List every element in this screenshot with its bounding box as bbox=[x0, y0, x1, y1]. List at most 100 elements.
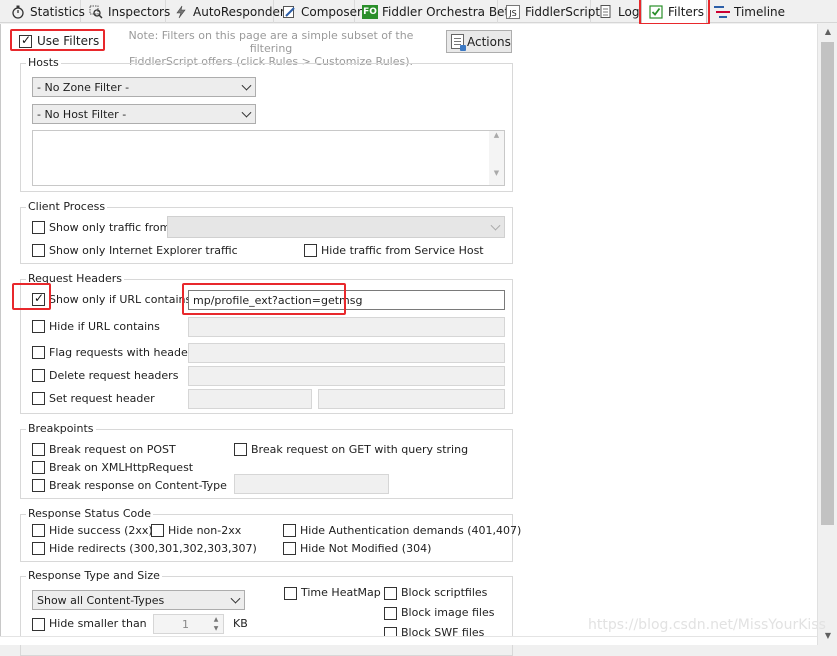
lightning-icon bbox=[173, 4, 189, 20]
break-post-checkbox[interactable] bbox=[32, 443, 45, 456]
hide-non2xx-checkbox[interactable] bbox=[151, 524, 164, 537]
delete-headers-input[interactable] bbox=[188, 366, 505, 386]
show-traffic-from-checkbox[interactable] bbox=[32, 221, 45, 234]
response-status-title: Response Status Code bbox=[26, 507, 154, 520]
tab-fiddler-orchestra[interactable]: FO Fiddler Orchestra Beta bbox=[356, 0, 517, 23]
checkbox-icon bbox=[648, 4, 664, 20]
show-if-url-checkbox[interactable] bbox=[32, 291, 45, 306]
tab-label: Statistics bbox=[30, 4, 85, 19]
log-doc-icon bbox=[598, 4, 614, 20]
tab-timeline[interactable]: Timeline bbox=[708, 0, 785, 23]
tab-inspectors[interactable]: Inspectors bbox=[82, 0, 170, 23]
break-content-type-label: Break response on Content-Type bbox=[49, 479, 227, 492]
hide-success-checkbox[interactable] bbox=[32, 524, 45, 537]
response-type-title: Response Type and Size bbox=[26, 569, 162, 582]
pencil-doc-icon bbox=[281, 4, 297, 20]
show-traffic-from-label: Show only traffic from bbox=[49, 221, 171, 234]
break-get-query-checkbox[interactable] bbox=[234, 443, 247, 456]
flag-requests-checkbox[interactable] bbox=[32, 346, 45, 359]
flag-requests-input[interactable] bbox=[188, 343, 505, 363]
content-types-select[interactable]: Show all Content-Types bbox=[32, 590, 245, 610]
scroll-up-icon[interactable]: ▲ bbox=[818, 24, 837, 40]
chevron-down-icon bbox=[490, 220, 501, 231]
tab-fiddlerscript[interactable]: JS FiddlerScript bbox=[499, 0, 600, 23]
hide-service-host-label: Hide traffic from Service Host bbox=[321, 244, 484, 257]
delete-headers-checkbox[interactable] bbox=[32, 369, 45, 382]
tab-autoresponder[interactable]: AutoResponder bbox=[167, 0, 285, 23]
hide-smaller-checkbox[interactable] bbox=[32, 618, 45, 631]
bottom-edge bbox=[0, 636, 818, 645]
tab-statistics[interactable]: Statistics bbox=[4, 0, 85, 23]
hide-service-host-checkbox[interactable] bbox=[304, 244, 317, 257]
tab-label: Timeline bbox=[734, 4, 786, 19]
tab-label: AutoResponder bbox=[193, 4, 285, 19]
stopwatch-icon bbox=[10, 4, 26, 20]
set-header-value-input[interactable] bbox=[318, 389, 505, 409]
host-filter-select[interactable]: - No Host Filter - bbox=[32, 104, 256, 124]
show-if-url-label: Show only if URL contains bbox=[49, 293, 192, 306]
request-headers-title: Request Headers bbox=[26, 272, 124, 285]
break-content-type-input[interactable] bbox=[234, 474, 389, 494]
set-header-checkbox[interactable] bbox=[32, 392, 45, 405]
break-content-type-checkbox[interactable] bbox=[32, 479, 45, 492]
zone-filter-select[interactable]: - No Zone Filter - bbox=[32, 77, 256, 97]
hide-not-modified-checkbox[interactable] bbox=[283, 542, 296, 555]
break-get-query-label: Break request on GET with query string bbox=[251, 443, 469, 456]
panel-scrollbar[interactable]: ▲ ▼ bbox=[817, 24, 837, 645]
size-spinner-arrows[interactable]: ▲ ▼ bbox=[209, 615, 223, 633]
scrollbar-thumb[interactable] bbox=[821, 42, 834, 525]
actions-doc-icon bbox=[451, 34, 466, 51]
show-if-url-input[interactable]: mp/profile_ext?action=getmsg bbox=[188, 290, 505, 310]
size-unit-label: KB bbox=[233, 617, 248, 630]
break-post-label: Break request on POST bbox=[49, 443, 176, 456]
break-xhr-checkbox[interactable] bbox=[32, 461, 45, 474]
block-image-checkbox[interactable] bbox=[384, 607, 397, 620]
note-line-1: Note: Filters on this page are a simple … bbox=[128, 29, 414, 55]
show-ie-checkbox[interactable] bbox=[32, 244, 45, 257]
spinner-up-icon[interactable]: ▲ bbox=[209, 615, 223, 624]
hide-if-url-label: Hide if URL contains bbox=[49, 320, 160, 333]
hosts-textarea[interactable] bbox=[32, 130, 505, 186]
tab-label: Filters bbox=[668, 5, 704, 19]
hide-smaller-label: Hide smaller than bbox=[49, 617, 147, 630]
set-header-label: Set request header bbox=[49, 392, 155, 405]
spinner-down-icon[interactable]: ▼ bbox=[209, 624, 223, 633]
timeline-icon bbox=[714, 4, 730, 20]
hide-success-label: Hide success (2xx) bbox=[49, 524, 153, 537]
time-heatmap-checkbox[interactable] bbox=[284, 587, 297, 600]
tab-label: Composer bbox=[301, 4, 362, 19]
chevron-down-icon bbox=[241, 107, 252, 118]
client-process-title: Client Process bbox=[26, 200, 108, 213]
scroll-down-icon[interactable]: ▼ bbox=[489, 169, 504, 177]
zone-filter-value: - No Zone Filter - bbox=[37, 80, 130, 94]
scroll-up-icon[interactable]: ▲ bbox=[489, 131, 504, 139]
hide-if-url-input[interactable] bbox=[188, 317, 505, 337]
tab-label: Log bbox=[618, 4, 640, 19]
block-script-label: Block scriptfiles bbox=[401, 586, 488, 599]
set-header-name-input[interactable] bbox=[188, 389, 312, 409]
breakpoints-title: Breakpoints bbox=[26, 422, 96, 435]
show-ie-label: Show only Internet Explorer traffic bbox=[49, 244, 238, 257]
actions-button[interactable]: Actions bbox=[446, 30, 512, 53]
block-script-checkbox[interactable] bbox=[384, 587, 397, 600]
flag-requests-label: Flag requests with headers bbox=[49, 346, 198, 359]
fo-badge-icon: FO bbox=[362, 4, 378, 20]
hide-non2xx-label: Hide non-2xx bbox=[168, 524, 242, 537]
tab-filters[interactable]: Filters bbox=[641, 0, 707, 24]
hosts-title: Hosts bbox=[26, 56, 61, 69]
hosts-textarea-scrollbar[interactable]: ▲ ▼ bbox=[489, 131, 504, 185]
hide-if-url-checkbox[interactable] bbox=[32, 320, 45, 333]
hide-redirects-checkbox[interactable] bbox=[32, 542, 45, 555]
chevron-down-icon bbox=[241, 80, 252, 91]
tab-log[interactable]: Log bbox=[592, 0, 640, 23]
host-filter-value: - No Host Filter - bbox=[37, 107, 127, 121]
hide-auth-checkbox[interactable] bbox=[283, 524, 296, 537]
hide-auth-label: Hide Authentication demands (401,407) bbox=[300, 524, 522, 537]
block-image-label: Block image files bbox=[401, 606, 495, 619]
process-select[interactable] bbox=[167, 216, 505, 238]
tab-bar: Statistics Inspectors AutoResponder Comp… bbox=[0, 0, 837, 24]
tab-composer[interactable]: Composer bbox=[275, 0, 362, 23]
use-filters-checkbox[interactable] bbox=[19, 33, 32, 48]
use-filters-label: Use Filters bbox=[37, 34, 100, 48]
hide-redirects-label: Hide redirects (300,301,302,303,307) bbox=[49, 542, 257, 555]
